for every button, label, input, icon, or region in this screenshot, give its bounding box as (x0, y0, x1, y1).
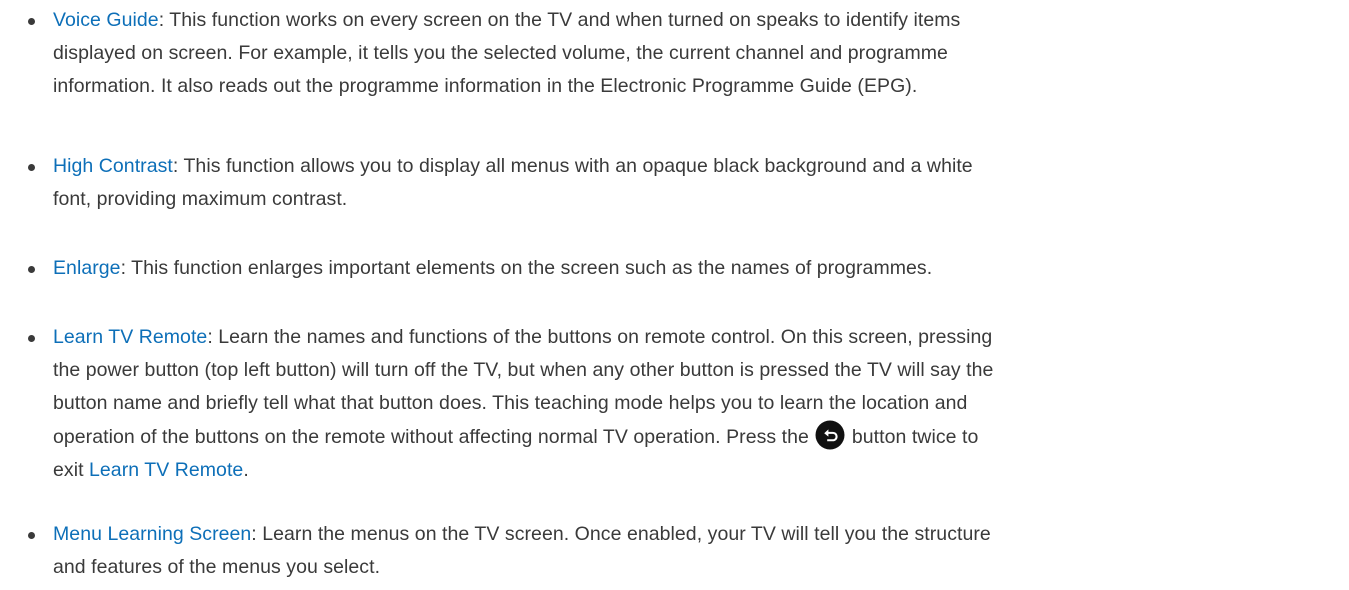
term-learn-tv-remote: Learn TV Remote (53, 326, 208, 348)
description-line: and features of the menus you select. (53, 556, 381, 578)
description-line: information. It also reads out the progr… (53, 75, 918, 97)
text-line: operation of the buttons on the remote w… (53, 420, 1328, 454)
list-item-high-contrast: High Contrast: This function allows you … (28, 150, 1328, 216)
return-button-icon (815, 420, 845, 450)
text-line: Learn TV Remote: Learn the names and fun… (53, 321, 1328, 354)
description-line: . (243, 459, 249, 481)
description-line: : This function allows you to display al… (172, 155, 973, 177)
text-line: Voice Guide: This function works on ever… (53, 4, 1328, 37)
description-line: : Learn the menus on the TV screen. Once… (251, 523, 991, 545)
description-line: font, providing maximum contrast. (53, 188, 348, 210)
list-item-text: Enlarge: This function enlarges importan… (53, 252, 1328, 285)
list-item-voice-guide: Voice Guide: This function works on ever… (28, 4, 1328, 103)
list-item-enlarge: Enlarge: This function enlarges importan… (28, 252, 1328, 285)
accessibility-feature-list: Voice Guide: This function works on ever… (0, 0, 1349, 590)
term-learn-tv-remote-repeat: Learn TV Remote (89, 459, 244, 481)
text-line: Menu Learning Screen: Learn the menus on… (53, 518, 1328, 551)
description-line: displayed on screen. For example, it tel… (53, 42, 948, 64)
description-line: exit (53, 459, 84, 481)
list-item-text: Voice Guide: This function works on ever… (53, 4, 1328, 103)
text-line: High Contrast: This function allows you … (53, 150, 1328, 183)
description-line: : This function enlarges important eleme… (120, 257, 933, 279)
description-line: button name and briefly tell what that b… (53, 392, 968, 414)
list-item-text: Menu Learning Screen: Learn the menus on… (53, 518, 1328, 584)
description-line: the power button (top left button) will … (53, 359, 994, 381)
bullet-icon (28, 266, 35, 273)
bullet-icon (28, 532, 35, 539)
description-line: : This function works on every screen on… (158, 9, 961, 31)
bullet-icon (28, 18, 35, 25)
bullet-icon (28, 164, 35, 171)
list-item-text: High Contrast: This function allows you … (53, 150, 1328, 216)
description-line: operation of the buttons on the remote w… (53, 426, 809, 448)
list-item-menu-learning-screen: Menu Learning Screen: Learn the menus on… (28, 518, 1328, 584)
term-voice-guide: Voice Guide (53, 9, 159, 31)
term-enlarge: Enlarge (53, 257, 121, 279)
text-line: exit Learn TV Remote. (53, 454, 1328, 487)
text-line: Enlarge: This function enlarges importan… (53, 252, 1328, 285)
list-item-learn-tv-remote: Learn TV Remote: Learn the names and fun… (28, 321, 1328, 487)
list-item-text: Learn TV Remote: Learn the names and fun… (53, 321, 1328, 487)
term-high-contrast: High Contrast (53, 155, 173, 177)
bullet-icon (28, 335, 35, 342)
term-menu-learning-screen: Menu Learning Screen (53, 523, 252, 545)
description-line: button twice to (851, 426, 979, 448)
description-line: : Learn the names and functions of the b… (207, 326, 993, 348)
